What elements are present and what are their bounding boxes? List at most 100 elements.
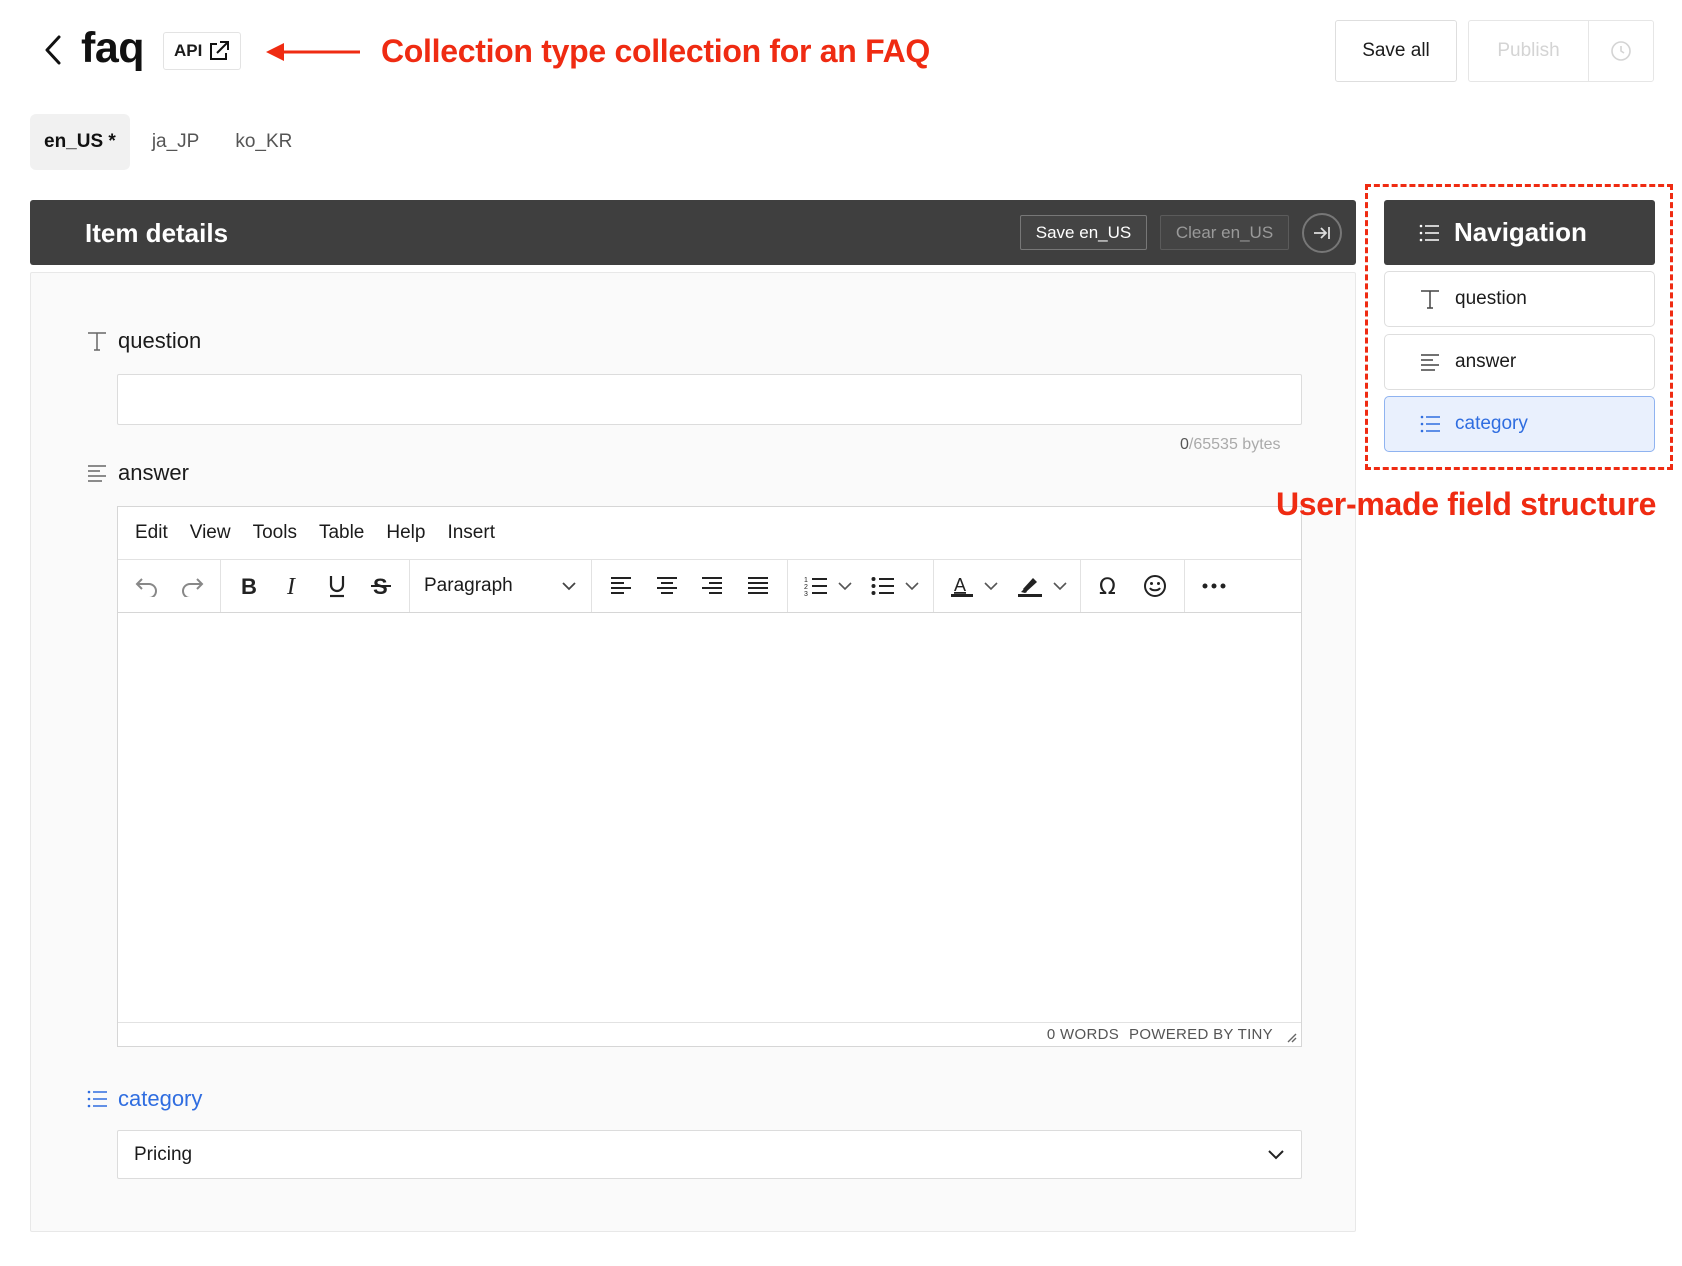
back-button[interactable] xyxy=(38,30,68,70)
byte-counter: 0/65535 bytes xyxy=(1180,436,1281,454)
publish-group: Publish xyxy=(1468,20,1654,82)
nav-item-label: question xyxy=(1455,288,1527,309)
textarea-icon xyxy=(88,465,106,482)
align-center-icon xyxy=(656,577,677,594)
rich-text-editor: Edit View Tools Table Help Insert B I S … xyxy=(117,506,1302,1047)
text-color-button[interactable]: A xyxy=(942,566,1005,606)
numbered-list-button[interactable]: 123 xyxy=(796,566,859,606)
align-justify-button[interactable] xyxy=(737,566,779,606)
navigation-header: Navigation xyxy=(1384,200,1655,265)
more-button[interactable] xyxy=(1193,566,1235,606)
menu-insert[interactable]: Insert xyxy=(447,522,495,544)
save-all-button[interactable]: Save all xyxy=(1335,20,1457,82)
chevron-down-icon xyxy=(904,581,919,590)
annotation-arrow xyxy=(266,43,360,61)
tab-ja-jp[interactable]: ja_JP xyxy=(138,114,214,170)
text-color-icon: A xyxy=(951,575,973,597)
menu-help[interactable]: Help xyxy=(386,522,425,544)
item-details-bar xyxy=(30,200,1356,265)
question-input[interactable] xyxy=(117,374,1302,425)
highlighter-icon xyxy=(1018,578,1042,597)
bytes-used: 0 xyxy=(1180,436,1189,453)
special-char-button[interactable]: Ω xyxy=(1089,566,1131,606)
undo-button[interactable] xyxy=(126,566,167,606)
word-count: 0 WORDS xyxy=(1046,1026,1120,1043)
text-icon xyxy=(88,332,106,351)
locale-tabs: en_US * ja_JP ko_KR xyxy=(30,114,306,170)
nav-item-label: category xyxy=(1455,413,1528,434)
schedule-button[interactable] xyxy=(1589,21,1653,81)
italic-icon: I xyxy=(286,575,296,597)
menu-edit[interactable]: Edit xyxy=(135,522,168,544)
redo-button[interactable] xyxy=(171,566,212,606)
navigation-title: Navigation xyxy=(1454,217,1587,247)
highlight-color-button[interactable] xyxy=(1009,566,1072,606)
chevron-down-icon xyxy=(1268,1150,1284,1160)
align-right-button[interactable] xyxy=(692,566,734,606)
category-select[interactable]: Pricing xyxy=(117,1130,1302,1179)
text-icon xyxy=(1421,290,1439,309)
align-left-button[interactable] xyxy=(600,566,642,606)
annotation-title-note: Collection type collection for an FAQ xyxy=(381,33,930,69)
svg-text:1: 1 xyxy=(804,577,808,584)
tab-ko-kr[interactable]: ko_KR xyxy=(221,114,306,170)
question-field-label: question xyxy=(86,328,201,354)
svg-text:2: 2 xyxy=(804,584,808,591)
strikethrough-button[interactable]: S xyxy=(361,566,401,606)
strikethrough-icon: S xyxy=(371,574,391,598)
emoji-button[interactable] xyxy=(1135,566,1177,606)
bold-icon: B xyxy=(241,575,257,597)
save-locale-button[interactable]: Save en_US xyxy=(1020,215,1147,250)
nav-item-question[interactable]: question xyxy=(1384,271,1655,327)
bullet-list-icon xyxy=(871,577,894,595)
collapse-button[interactable] xyxy=(1302,213,1342,253)
editor-statusbar: 0 WORDS POWERED BY TINY xyxy=(118,1022,1301,1046)
italic-button[interactable]: I xyxy=(273,566,313,606)
resize-handle-icon[interactable] xyxy=(1285,1031,1297,1043)
question-label: question xyxy=(118,328,202,353)
bold-button[interactable]: B xyxy=(229,566,269,606)
underline-icon xyxy=(329,576,345,598)
svg-text:3: 3 xyxy=(804,591,808,597)
tab-en-us[interactable]: en_US * xyxy=(30,114,130,170)
svg-text:B: B xyxy=(241,575,257,597)
bullet-list-button[interactable] xyxy=(863,566,926,606)
clear-locale-button[interactable]: Clear en_US xyxy=(1160,215,1289,250)
align-justify-icon xyxy=(748,577,769,594)
answer-label: answer xyxy=(118,460,189,485)
chevron-left-icon xyxy=(45,35,61,65)
category-field-label: category xyxy=(86,1086,202,1112)
publish-button[interactable]: Publish xyxy=(1469,21,1589,81)
nav-item-answer[interactable]: answer xyxy=(1384,334,1655,390)
list-icon xyxy=(87,1090,107,1108)
textarea-icon xyxy=(1421,354,1439,371)
menu-view[interactable]: View xyxy=(190,522,231,544)
block-format-value: Paragraph xyxy=(424,575,513,596)
nav-item-category[interactable]: category xyxy=(1384,396,1655,452)
list-icon xyxy=(1420,415,1440,433)
item-details-title: Item details xyxy=(85,218,229,248)
editor-content-area[interactable] xyxy=(118,613,1301,1024)
bytes-max: /65535 bytes xyxy=(1188,436,1281,453)
arrow-right-bar-icon xyxy=(1314,227,1330,239)
numbered-list-icon: 123 xyxy=(804,577,827,597)
editor-toolbar: B I S Paragraph 123 A Ω xyxy=(118,560,1301,613)
api-button[interactable]: API xyxy=(163,32,242,70)
page-title: faq xyxy=(81,24,145,72)
editor-menubar: Edit View Tools Table Help Insert xyxy=(118,507,1301,560)
chevron-down-icon xyxy=(1053,581,1067,590)
menu-table[interactable]: Table xyxy=(319,522,364,544)
powered-by-link[interactable]: POWERED BY TINY xyxy=(1129,1026,1273,1043)
omega-icon: Ω xyxy=(1099,575,1116,598)
underline-button[interactable] xyxy=(317,566,357,606)
align-center-button[interactable] xyxy=(646,566,688,606)
menu-tools[interactable]: Tools xyxy=(253,522,297,544)
answer-field-label: answer xyxy=(86,460,189,486)
block-format-select[interactable]: Paragraph xyxy=(410,575,591,597)
category-label: category xyxy=(118,1086,203,1111)
list-icon xyxy=(1419,224,1439,241)
svg-text:A: A xyxy=(954,575,966,595)
svg-text:Ω: Ω xyxy=(1099,575,1116,598)
chevron-down-icon xyxy=(838,581,852,590)
clock-icon xyxy=(1611,41,1631,61)
